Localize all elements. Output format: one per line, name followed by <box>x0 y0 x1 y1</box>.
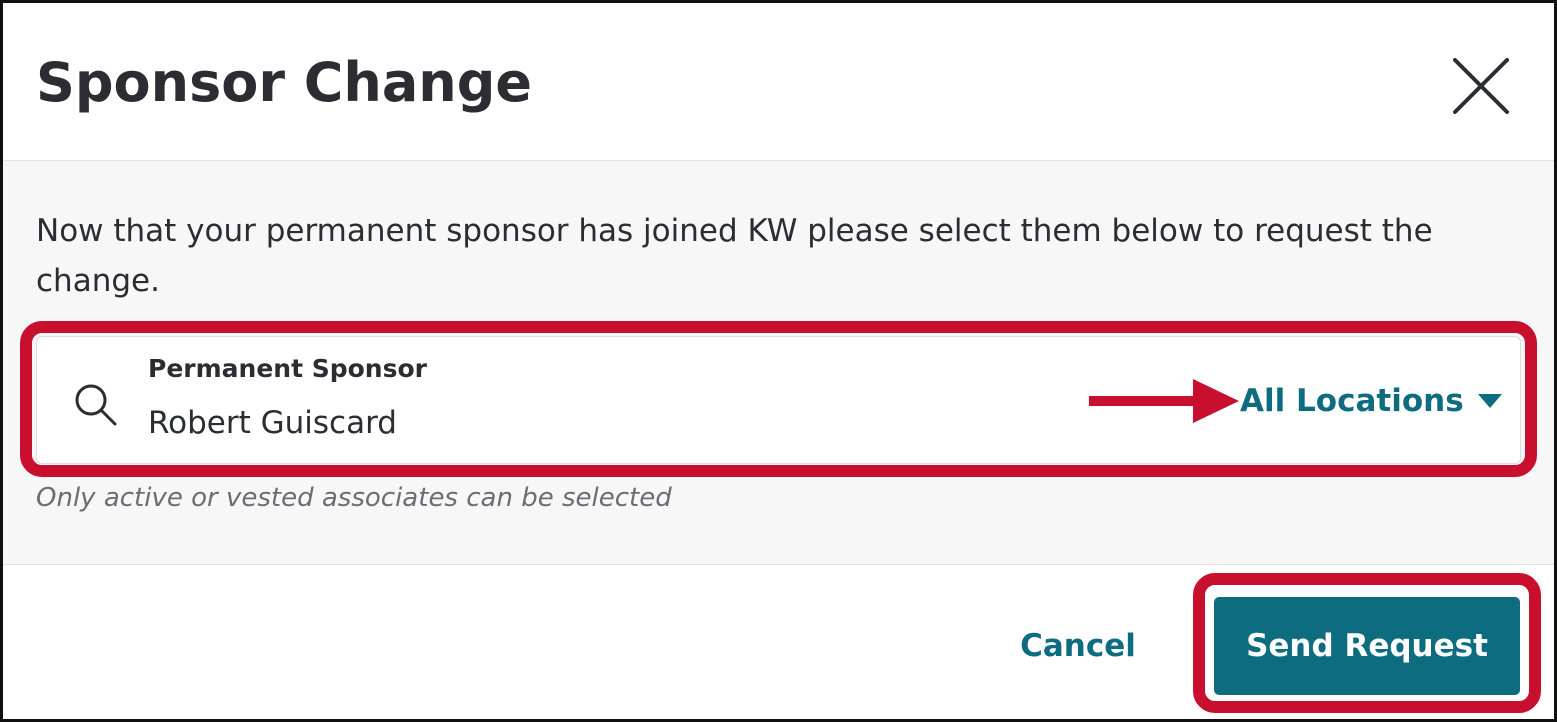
sponsor-search-field[interactable]: Permanent Sponsor Robert Guiscard All Lo… <box>36 336 1521 464</box>
caret-down-icon <box>1477 394 1502 408</box>
dialog-header: Sponsor Change <box>3 3 1554 161</box>
sponsor-change-dialog: Sponsor Change Now that your permanent s… <box>0 0 1557 722</box>
arrow-right-icon <box>1089 379 1239 423</box>
sponsor-search-input[interactable]: Robert Guiscard <box>148 405 397 441</box>
send-request-button[interactable]: Send Request <box>1214 597 1520 695</box>
close-icon <box>1453 58 1509 114</box>
cancel-button[interactable]: Cancel <box>993 616 1163 676</box>
selection-hint: Only active or vested associates can be … <box>36 483 672 513</box>
sponsor-field-label: Permanent Sponsor <box>148 354 427 383</box>
dialog-title: Sponsor Change <box>36 51 532 114</box>
search-icon <box>75 384 117 426</box>
location-filter-dropdown[interactable]: All Locations <box>1240 379 1502 423</box>
dialog-footer: Cancel Send Request <box>3 566 1554 719</box>
dialog-description: Now that your permanent sponsor has join… <box>36 213 1433 299</box>
close-button[interactable] <box>1445 50 1517 122</box>
dialog-body: Now that your permanent sponsor has join… <box>3 161 1554 565</box>
location-filter-label: All Locations <box>1240 383 1464 419</box>
